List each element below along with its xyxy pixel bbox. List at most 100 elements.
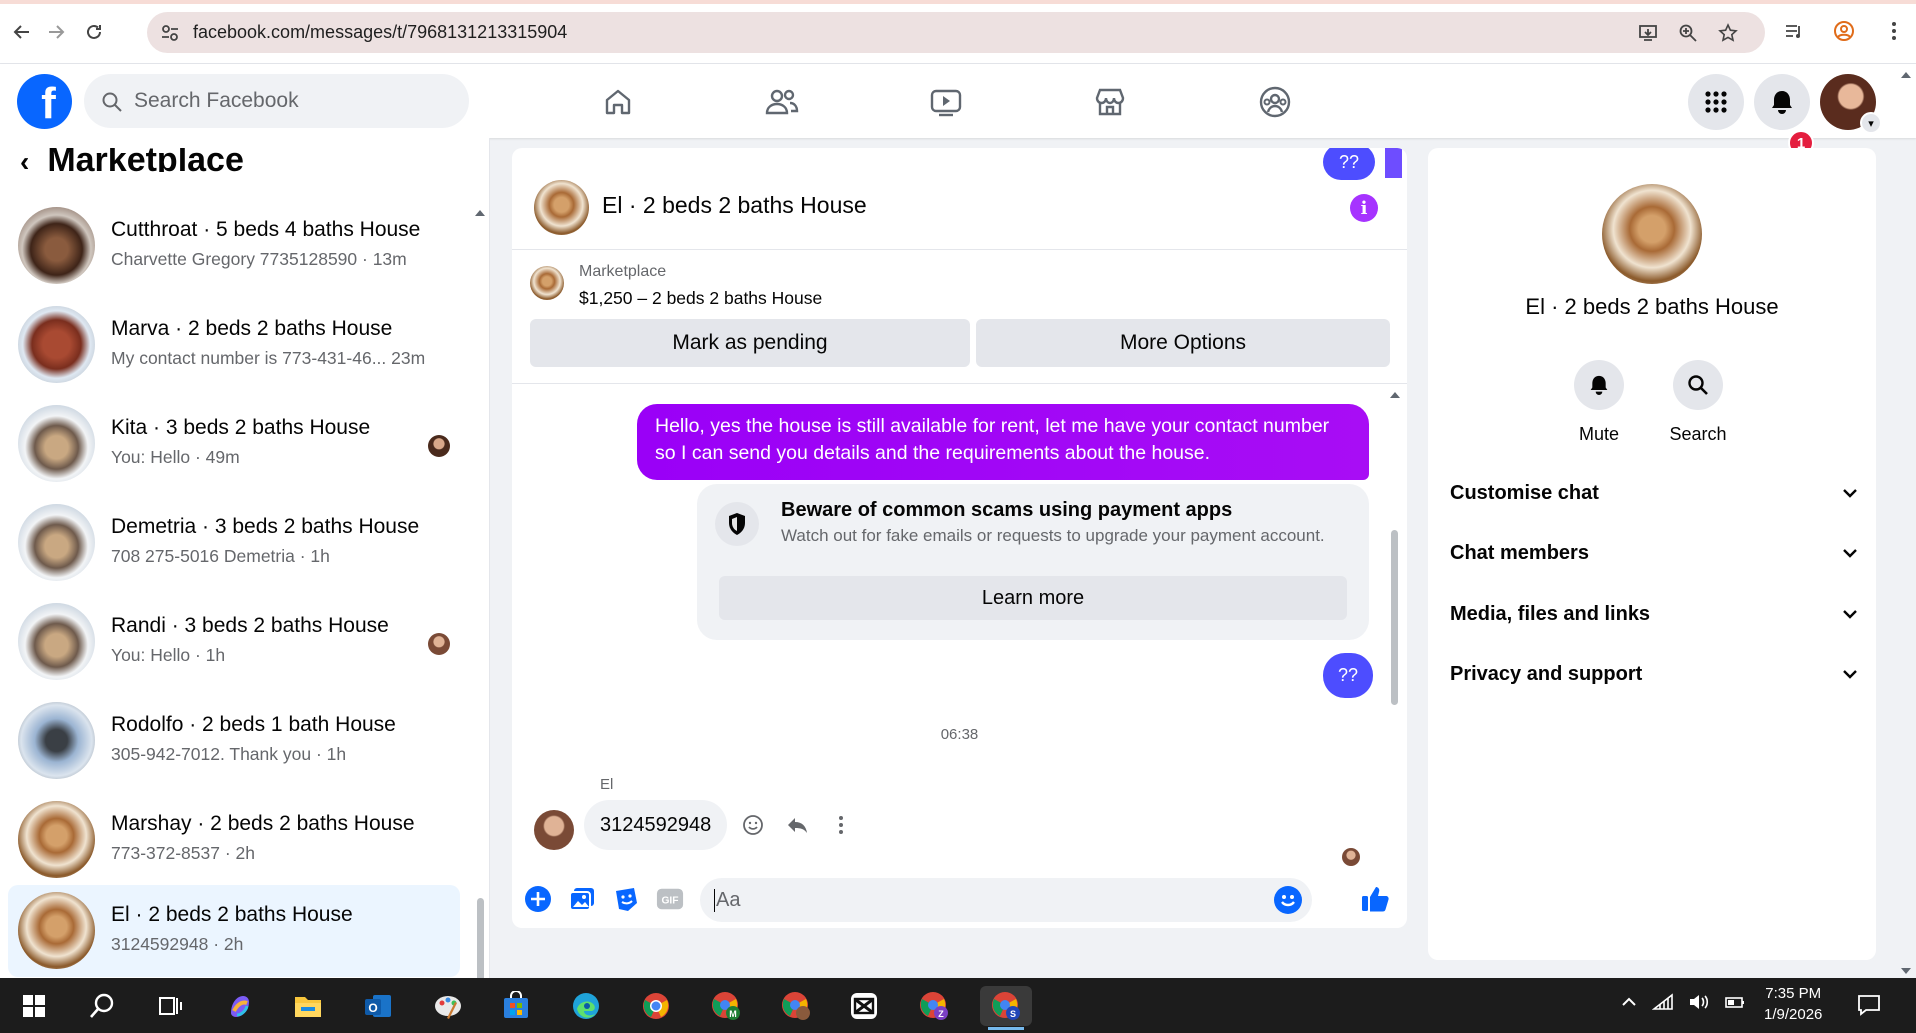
more-actions-icon[interactable]	[828, 812, 854, 838]
site-settings-icon[interactable]	[159, 22, 181, 44]
chat-members-section[interactable]: Chat members	[1450, 533, 1858, 573]
svg-text:Z: Z	[938, 1009, 944, 1019]
watch-icon[interactable]	[926, 82, 966, 122]
file-explorer-icon[interactable]	[288, 986, 328, 1026]
reload-icon[interactable]	[76, 14, 112, 50]
chrome-menu-icon[interactable]	[1881, 18, 1907, 44]
install-app-icon[interactable]	[1635, 20, 1661, 46]
photo-icon[interactable]	[568, 885, 596, 913]
conversation-item[interactable]: Randi · 3 beds 2 baths House You: Hello …	[8, 596, 460, 688]
wifi-icon[interactable]	[1651, 993, 1674, 1016]
marketplace-icon[interactable]	[1090, 82, 1130, 122]
windows-start-icon[interactable]	[14, 986, 54, 1026]
conversation-item[interactable]: Marva · 2 beds 2 baths House My contact …	[8, 299, 460, 391]
page-scroll-down-icon[interactable]	[1899, 966, 1913, 976]
learn-more-button[interactable]: Learn more	[719, 576, 1347, 620]
scroll-up-icon[interactable]	[1388, 390, 1402, 400]
profile-avatar[interactable]: ▾	[1820, 74, 1882, 134]
conversation-item-active[interactable]: El · 2 beds 2 baths House 3124592948 · 2…	[8, 885, 460, 977]
paint-icon[interactable]	[428, 986, 468, 1026]
chevron-up-icon[interactable]	[1620, 993, 1638, 1016]
message-input[interactable]: Aa	[700, 878, 1312, 922]
capcut-icon[interactable]	[844, 986, 884, 1026]
page-scroll-up-icon[interactable]	[1899, 70, 1913, 80]
conversation-avatar[interactable]	[534, 180, 589, 235]
copilot-icon[interactable]	[220, 986, 260, 1026]
scrollbar-thumb[interactable]	[477, 898, 484, 978]
conversation-item[interactable]: Cutthroat · 5 beds 4 baths House Charvet…	[8, 200, 460, 292]
search-in-conversation-button[interactable]: Search	[1658, 360, 1738, 445]
conversation-title[interactable]: El · 2 beds 2 baths House	[602, 192, 867, 219]
media-files-links-section[interactable]: Media, files and links	[1450, 594, 1858, 634]
react-emoji-icon[interactable]	[740, 812, 766, 838]
outgoing-message[interactable]: Hello, yes the house is still available …	[637, 404, 1369, 480]
menu-grid-button[interactable]	[1688, 74, 1744, 130]
listing-thumbnail[interactable]	[530, 266, 564, 300]
chevron-down-icon[interactable]: ▾	[1860, 112, 1882, 134]
outlook-icon[interactable]: O	[358, 986, 398, 1026]
edge-icon[interactable]	[566, 986, 606, 1026]
friends-icon[interactable]	[762, 82, 802, 122]
conversation-item[interactable]: Kita · 3 beds 2 baths House You: Hello ·…	[8, 398, 460, 490]
chrome-profile-s-icon[interactable]: S	[980, 986, 1032, 1030]
mark-as-pending-button[interactable]: Mark as pending	[530, 319, 970, 367]
notification-center-icon[interactable]	[1856, 992, 1882, 1023]
info-icon[interactable]: i	[1350, 194, 1378, 222]
like-thumb-icon[interactable]	[1358, 885, 1392, 913]
mute-button[interactable]: Mute	[1559, 360, 1639, 445]
home-icon[interactable]	[598, 82, 638, 122]
chrome-profile-photo-icon[interactable]	[776, 986, 816, 1026]
listing-avatar	[18, 801, 95, 878]
marketplace-title: Marketplace	[47, 148, 244, 172]
chat-list-scrollbar[interactable]	[474, 208, 486, 978]
scam-warning-card: Beware of common scams using payment app…	[697, 484, 1369, 640]
reply-icon[interactable]	[784, 812, 810, 838]
chevron-down-icon	[1843, 670, 1857, 679]
svg-text:M: M	[729, 1009, 737, 1019]
forward-icon[interactable]	[38, 14, 74, 50]
messages-scrollbar[interactable]	[1388, 390, 1402, 870]
facebook-logo-icon[interactable]: f	[17, 74, 72, 129]
sender-avatar[interactable]	[534, 810, 574, 850]
microsoft-store-icon[interactable]	[496, 986, 536, 1026]
listing-price[interactable]: $1,250 – 2 beds 2 baths House	[579, 288, 822, 309]
chrome-profile-m-icon[interactable]: M	[706, 986, 746, 1026]
search-facebook-input[interactable]: Search Facebook	[84, 74, 469, 128]
customise-chat-section[interactable]: Customise chat	[1450, 473, 1858, 513]
conversation-item[interactable]: Marshay · 2 beds 2 baths House 773-372-8…	[8, 794, 460, 886]
address-bar[interactable]: facebook.com/messages/t/7968131213315904	[147, 12, 1765, 53]
chrome-profile-icon[interactable]	[1831, 18, 1857, 44]
media-controls-icon[interactable]	[1781, 18, 1807, 44]
search-icon[interactable]	[82, 986, 122, 1026]
back-arrow-icon[interactable]: ‹	[20, 148, 29, 172]
zoom-icon[interactable]	[1675, 20, 1701, 46]
svg-text:GIF: GIF	[661, 896, 678, 907]
back-icon[interactable]	[4, 14, 40, 50]
gif-icon[interactable]: GIF	[656, 885, 684, 913]
section-label: Media, files and links	[1450, 602, 1651, 625]
listing-avatar	[18, 405, 95, 482]
taskbar-clock[interactable]: 7:35 PM 1/9/2026	[1764, 983, 1822, 1025]
conversation-item[interactable]: Demetria · 3 beds 2 baths House 708 275-…	[8, 497, 460, 589]
task-view-icon[interactable]	[150, 986, 190, 1026]
plus-circle-icon[interactable]	[524, 885, 552, 913]
scroll-up-icon[interactable]	[474, 208, 486, 218]
volume-icon[interactable]	[1688, 993, 1710, 1016]
notifications-button[interactable]	[1754, 74, 1810, 130]
bookmark-star-icon[interactable]	[1715, 20, 1741, 46]
sticker-icon[interactable]	[612, 885, 640, 913]
details-avatar[interactable]	[1602, 184, 1702, 284]
conversation-item[interactable]: Rodolfo · 2 beds 1 bath House 305-942-70…	[8, 695, 460, 787]
privacy-support-section[interactable]: Privacy and support	[1450, 654, 1858, 694]
scrollbar-thumb[interactable]	[1391, 530, 1398, 705]
url-text[interactable]: facebook.com/messages/t/7968131213315904	[193, 22, 567, 43]
emoji-icon[interactable]	[1274, 886, 1302, 914]
conversation-preview: 773-372-8537 · 2h	[111, 843, 255, 863]
chrome-icon[interactable]	[636, 986, 676, 1026]
message-bubble-question[interactable]: ??	[1323, 653, 1373, 698]
chrome-profile-z-icon[interactable]: Z	[914, 986, 954, 1026]
more-options-button[interactable]: More Options	[976, 319, 1390, 367]
incoming-message[interactable]: 3124592948	[584, 800, 728, 850]
groups-icon[interactable]	[1255, 82, 1295, 122]
battery-icon[interactable]	[1724, 993, 1746, 1016]
